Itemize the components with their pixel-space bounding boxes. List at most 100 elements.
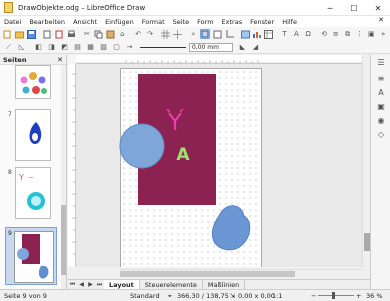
pages-panel-scroll-thumb[interactable]	[61, 205, 66, 275]
fill-color-icon[interactable]: ◨	[46, 42, 57, 52]
line-style-selector[interactable]	[140, 39, 186, 48]
pages-panel-close-button[interactable]: ✕	[57, 56, 63, 64]
canvas-horizontal-scroll-thumb[interactable]	[120, 271, 295, 277]
bitmap-icon[interactable]: ▦	[85, 42, 96, 52]
gallery-icon[interactable]: ▣	[376, 101, 386, 111]
zoom-slider[interactable]	[318, 295, 354, 296]
zoom-level[interactable]: 36 %	[366, 292, 383, 300]
close-document-button[interactable]: ✕	[378, 16, 384, 24]
helplines-icon[interactable]	[173, 29, 183, 39]
page-style[interactable]: Standard	[130, 292, 160, 300]
zoom-out-button[interactable]: −	[311, 292, 316, 300]
styles-icon[interactable]: A	[376, 87, 386, 97]
shadow-icon[interactable]: ▣	[366, 29, 376, 39]
maximize-button[interactable]: ☐	[342, 0, 366, 16]
open-folder-icon[interactable]	[15, 29, 25, 39]
arrow-style-icon[interactable]: →	[124, 42, 135, 52]
horizontal-ruler[interactable]	[76, 55, 362, 64]
blue-circle-shape[interactable]	[119, 123, 165, 169]
insert-table-icon[interactable]	[264, 29, 274, 39]
redo-icon[interactable]: ↷	[145, 29, 155, 39]
svg-text:Y: Y	[18, 173, 24, 182]
insert-image-icon[interactable]	[240, 29, 250, 39]
hatching-icon[interactable]: ▤	[72, 42, 83, 52]
page-thumbnail-6[interactable]	[15, 65, 51, 99]
minimize-button[interactable]: ─	[318, 0, 342, 16]
copy-icon[interactable]	[94, 29, 104, 39]
vertical-ruler[interactable]	[68, 64, 76, 267]
letter-a-shape[interactable]: A	[176, 145, 190, 165]
cut-icon[interactable]: ✂	[82, 29, 92, 39]
menu-form[interactable]: Form	[193, 18, 217, 26]
transparency-icon[interactable]: ▢	[111, 42, 122, 52]
line-width-field[interactable]: 0,00 mm	[189, 42, 233, 52]
line-style-icon[interactable]: ⟋	[3, 42, 14, 52]
arrange-icon[interactable]: ⧉	[343, 29, 353, 39]
pattern-icon[interactable]: ▧	[98, 42, 109, 52]
area-color-dropdown-icon[interactable]: ◢	[250, 42, 261, 52]
previous-tab-arrow-icon[interactable]: ◀	[77, 281, 86, 288]
menu-hilfe[interactable]: Hilfe	[278, 18, 301, 26]
fontwork-icon[interactable]: A	[291, 29, 301, 39]
text-box-icon[interactable]: T	[280, 29, 290, 39]
pan-icon[interactable]	[212, 29, 222, 39]
menu-format[interactable]: Format	[138, 18, 169, 26]
menu-einfuegen[interactable]: Einfügen	[101, 18, 138, 26]
close-button[interactable]: ✕	[366, 0, 390, 16]
menu-datei[interactable]: Datei	[0, 18, 25, 26]
last-tab-arrow-icon[interactable]: ⏭	[95, 281, 104, 289]
undo-icon[interactable]: ↶	[133, 29, 143, 39]
select-mode-icon[interactable]	[200, 29, 211, 39]
area-style-icon[interactable]: ◧	[33, 42, 44, 52]
tab-layout[interactable]: Layout	[104, 279, 140, 290]
menu-extras[interactable]: Extras	[218, 18, 247, 26]
tab-masslinien[interactable]: Maßlinien	[203, 279, 246, 290]
page-thumbnail-8[interactable]: Y ~	[15, 167, 51, 219]
crop-icon[interactable]	[224, 29, 234, 39]
line-color-icon[interactable]: ◺	[16, 42, 27, 52]
zoom-icon[interactable]: ⌕	[189, 29, 199, 39]
zoom-in-button[interactable]: +	[356, 292, 361, 300]
properties-icon[interactable]: ≡	[376, 73, 386, 83]
new-document-icon[interactable]	[3, 29, 13, 39]
export-pdf-icon[interactable]	[54, 29, 64, 39]
grid-icon[interactable]	[161, 29, 171, 39]
transformations-icon[interactable]: ⟲	[319, 29, 329, 39]
sidebar-menu-icon[interactable]: ☰	[376, 57, 386, 67]
insert-chart-icon[interactable]	[252, 29, 262, 39]
align-objects-icon[interactable]: ≡	[331, 29, 341, 39]
gradient-icon[interactable]: ◩	[59, 42, 70, 52]
blue-freeform-shape[interactable]	[211, 205, 251, 251]
menu-seite[interactable]: Seite	[169, 18, 193, 26]
selected-page-frame[interactable]: 9	[5, 227, 57, 285]
next-tab-arrow-icon[interactable]: ▶	[86, 281, 95, 288]
canvas-vertical-scrollbar[interactable]	[362, 55, 370, 267]
canvas-horizontal-scrollbar[interactable]	[120, 269, 362, 277]
line-color-dropdown-icon[interactable]: ◣	[237, 42, 248, 52]
more-options-icon[interactable]: »	[378, 29, 388, 39]
page-number-7: 7	[8, 111, 12, 118]
page-indicator[interactable]: Seite 9 von 9	[4, 292, 47, 300]
shapes-icon[interactable]: ◇	[376, 129, 386, 139]
print-icon[interactable]	[66, 29, 76, 39]
page-thumbnail-7[interactable]	[15, 109, 51, 161]
save-icon[interactable]	[27, 29, 37, 39]
page-thumbnail-9[interactable]	[14, 231, 54, 283]
menu-fenster[interactable]: Fenster	[246, 18, 278, 26]
tab-steuerelemente[interactable]: Steuerelemente	[140, 279, 203, 290]
special-character-icon[interactable]: Ω	[303, 29, 313, 39]
menu-bearbeiten[interactable]: Bearbeiten	[25, 18, 69, 26]
distribute-icon[interactable]: ⋮	[355, 29, 365, 39]
pages-panel-scrollbar[interactable]	[61, 65, 66, 289]
scale-factor[interactable]: 1:1	[272, 292, 282, 300]
zoom-slider-knob[interactable]	[332, 292, 335, 299]
drawing-canvas[interactable]: A	[76, 64, 362, 267]
layer-tab-bar: ⏮ ◀ ▶ ⏭ Layout Steuerelemente Maßlinien	[68, 279, 370, 290]
clone-formatting-icon[interactable]: ⌂	[117, 29, 127, 39]
menu-ansicht[interactable]: Ansicht	[69, 18, 101, 26]
menu-bar: Datei Bearbeiten Ansicht Einfügen Format…	[0, 16, 390, 27]
export-icon[interactable]	[42, 29, 52, 39]
paste-icon[interactable]	[106, 29, 116, 39]
first-tab-arrow-icon[interactable]: ⏮	[68, 281, 77, 289]
navigator-icon[interactable]: ◉	[376, 115, 386, 125]
